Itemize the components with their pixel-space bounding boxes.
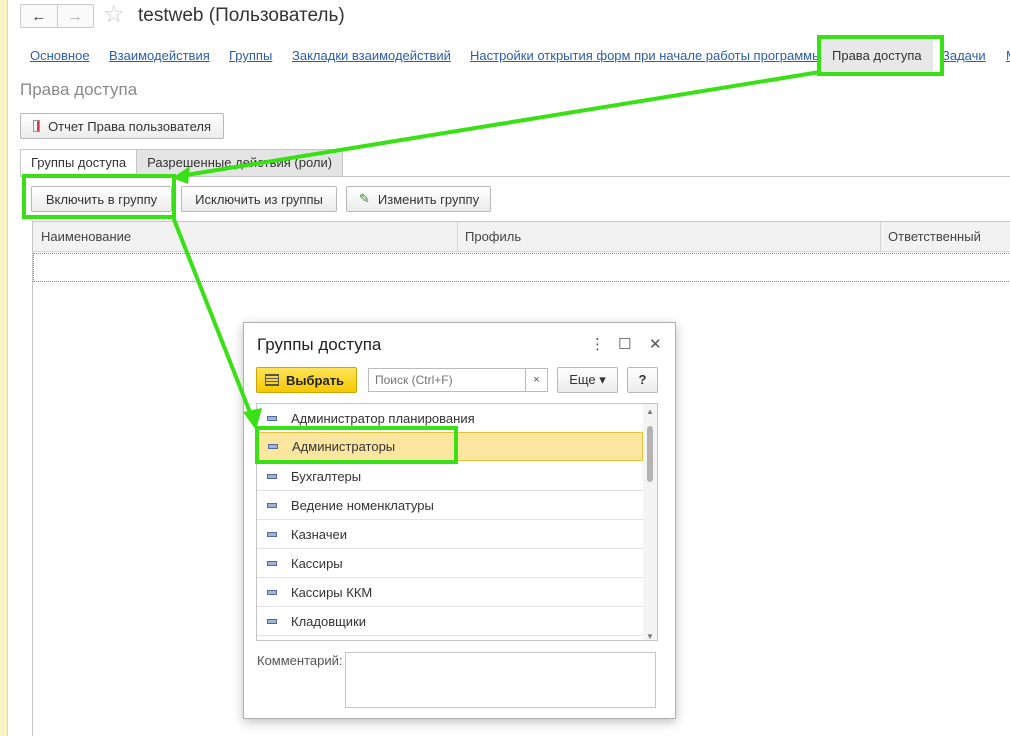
nav-link-tasks[interactable]: Задачи [942, 48, 986, 63]
group-icon [267, 531, 277, 537]
group-icon [267, 618, 277, 624]
table-row[interactable] [33, 253, 1010, 282]
column-name[interactable]: Наименование [41, 229, 131, 244]
list-item[interactable]: Ведение номенклатуры [257, 491, 643, 520]
nav-link-main[interactable]: Основное [30, 48, 90, 63]
edit-group-button[interactable]: ✎ Изменить группу [346, 186, 491, 212]
column-divider [457, 222, 458, 252]
dialog-title: Группы доступа [257, 335, 382, 354]
group-icon [267, 415, 277, 421]
list-scrollbar[interactable]: ▲ ▼ [643, 404, 657, 640]
column-profile[interactable]: Профиль [465, 229, 521, 244]
section-title: Права доступа [20, 80, 138, 99]
nav-link-bookmarks[interactable]: Закладки взаимодействий [292, 48, 451, 63]
list-item[interactable]: Кассиры ККМ [257, 578, 643, 607]
exclude-from-group-button[interactable]: Исключить из группы [181, 186, 337, 212]
group-icon [267, 560, 277, 566]
report-button[interactable]: Отчет Права пользователя [20, 113, 224, 139]
list-item-label: Казначеи [291, 526, 348, 542]
tab-access-groups[interactable]: Группы доступа [20, 149, 138, 177]
highlight-selected-item [255, 426, 458, 464]
comment-label: Комментарий: [257, 653, 343, 668]
dialog-close-icon[interactable]: ✕ [649, 335, 662, 353]
nav-link-more[interactable]: М [1006, 48, 1010, 63]
list-item[interactable]: Казначеи [257, 520, 643, 549]
nav-link-form-settings[interactable]: Настройки открытия форм при начале работ… [470, 48, 821, 63]
group-icon [267, 473, 277, 479]
scroll-up-icon[interactable]: ▲ [643, 407, 657, 416]
exclude-button-label: Исключить из группы [195, 191, 323, 207]
list-item-label: Кассиры [291, 555, 343, 571]
highlight-include-button [22, 174, 176, 219]
scroll-thumb[interactable] [647, 426, 653, 482]
column-responsible[interactable]: Ответственный [888, 229, 981, 244]
highlight-access-rights-tab [817, 35, 944, 76]
nav-link-interactions[interactable]: Взаимодействия [109, 48, 210, 63]
list-item-label: Кассиры ККМ [291, 584, 373, 600]
favorite-star-icon[interactable]: ☆ [103, 2, 125, 28]
list-item-label: Бухгалтеры [291, 468, 362, 484]
list-item[interactable]: Кладовщики [257, 607, 643, 636]
select-list-icon [265, 374, 279, 386]
history-nav: ← → [20, 4, 94, 28]
dialog-maximize-icon[interactable]: ☐ [618, 335, 631, 353]
report-button-label: Отчет Права пользователя [48, 118, 211, 134]
tab-allowed-actions[interactable]: Разрешенные действия (роли) [137, 149, 344, 177]
select-button-label: Выбрать [286, 372, 345, 388]
list-item[interactable]: Кассиры [257, 549, 643, 578]
pencil-icon: ✎ [359, 191, 370, 206]
access-groups-dialog: Группы доступа ⋮ ☐ ✕ Выбрать × Еще ▾ ? А… [243, 322, 676, 719]
nav-link-groups[interactable]: Группы [229, 48, 272, 63]
list-item-label: Кладовщики [291, 613, 367, 629]
scroll-down-icon[interactable]: ▼ [643, 632, 657, 640]
search-input[interactable] [368, 368, 526, 392]
report-chart-icon [33, 120, 41, 132]
left-panel-strip [0, 0, 8, 736]
edit-button-label: Изменить группу [377, 191, 480, 207]
back-arrow-icon[interactable]: ← [21, 5, 57, 27]
tab-bar: Группы доступа Разрешенные действия (рол… [20, 149, 344, 177]
list-item[interactable]: Бухгалтеры [257, 462, 643, 491]
window-title: testweb (Пользователь) [138, 5, 345, 26]
forward-arrow-icon[interactable]: → [56, 5, 94, 27]
list-item-label: Ведение номенклатуры [291, 497, 434, 513]
list-item-label: Администратор планирования [291, 410, 475, 426]
comment-field[interactable] [345, 652, 656, 708]
dialog-menu-icon[interactable]: ⋮ [590, 335, 605, 353]
group-icon [267, 502, 277, 508]
help-button[interactable]: ? [627, 367, 658, 393]
column-divider [880, 222, 881, 252]
clear-search-icon[interactable]: × [526, 368, 548, 392]
more-menu-button[interactable]: Еще ▾ [557, 367, 618, 393]
table-header: Наименование Профиль Ответственный [33, 222, 1010, 252]
group-icon [267, 589, 277, 595]
select-button[interactable]: Выбрать [256, 367, 357, 393]
